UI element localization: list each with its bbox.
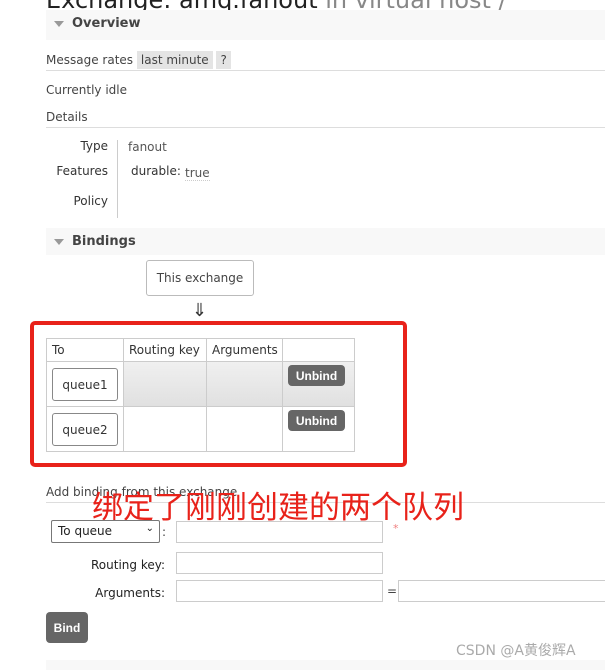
feature-key: durable: — [131, 164, 181, 178]
details-heading: Details — [46, 110, 88, 124]
arguments-label: Arguments: — [95, 586, 165, 600]
overview-section-toggle[interactable]: Overview — [46, 10, 605, 40]
features-label: Features — [56, 164, 108, 178]
this-exchange-box: This exchange — [146, 260, 254, 296]
unbind-button[interactable]: Unbind — [288, 410, 345, 431]
next-section-bar — [46, 660, 605, 670]
table-row: queue1 Unbind — [46, 361, 355, 407]
required-mark: * — [393, 522, 399, 535]
policy-label: Policy — [73, 194, 108, 208]
destination-type-select[interactable]: To queue ⌄ — [51, 520, 160, 543]
type-value: fanout — [128, 140, 167, 154]
colon: : — [162, 525, 167, 539]
column-header-to: To — [46, 338, 124, 362]
column-header-actions — [282, 338, 355, 362]
divider — [117, 140, 118, 218]
routing-key-label: Routing key: — [91, 558, 165, 572]
argument-value-input[interactable] — [398, 580, 605, 602]
queue-link[interactable]: queue1 — [52, 367, 118, 401]
routing-key-cell — [123, 406, 207, 452]
chevron-down-icon: ⌄ — [145, 523, 154, 534]
equals-sign: = — [387, 584, 398, 598]
divider — [46, 127, 605, 128]
column-header-arguments: Arguments — [206, 338, 283, 362]
arguments-cell — [206, 406, 283, 452]
bindings-table: To Routing key Arguments queue1 Unbind q… — [46, 338, 355, 452]
bind-button[interactable]: Bind — [46, 612, 88, 643]
rate-period-button[interactable]: last minute — [136, 51, 213, 69]
table-row: queue2 Unbind — [46, 406, 355, 452]
collapse-triangle-icon — [54, 20, 64, 27]
collapse-triangle-icon — [54, 238, 64, 245]
queue-link[interactable]: queue2 — [52, 412, 118, 446]
routing-key-cell — [123, 361, 207, 407]
arguments-cell — [206, 361, 283, 407]
message-rates-row: Message rates last minute ? — [46, 51, 231, 69]
argument-key-input[interactable] — [176, 580, 383, 602]
type-label: Type — [80, 139, 108, 153]
help-button[interactable]: ? — [216, 51, 231, 69]
feature-value: true — [185, 166, 210, 181]
status-text: Currently idle — [46, 83, 127, 97]
divider — [46, 70, 605, 71]
bindings-section-toggle[interactable]: Bindings — [46, 228, 605, 255]
routing-key-input[interactable] — [176, 552, 383, 574]
destination-input[interactable] — [176, 521, 383, 543]
watermark: CSDN @A黄俊辉A — [456, 643, 576, 659]
column-header-routing-key: Routing key — [123, 338, 207, 362]
unbind-button[interactable]: Unbind — [288, 365, 345, 386]
down-arrow-icon: ⇓ — [192, 300, 208, 321]
